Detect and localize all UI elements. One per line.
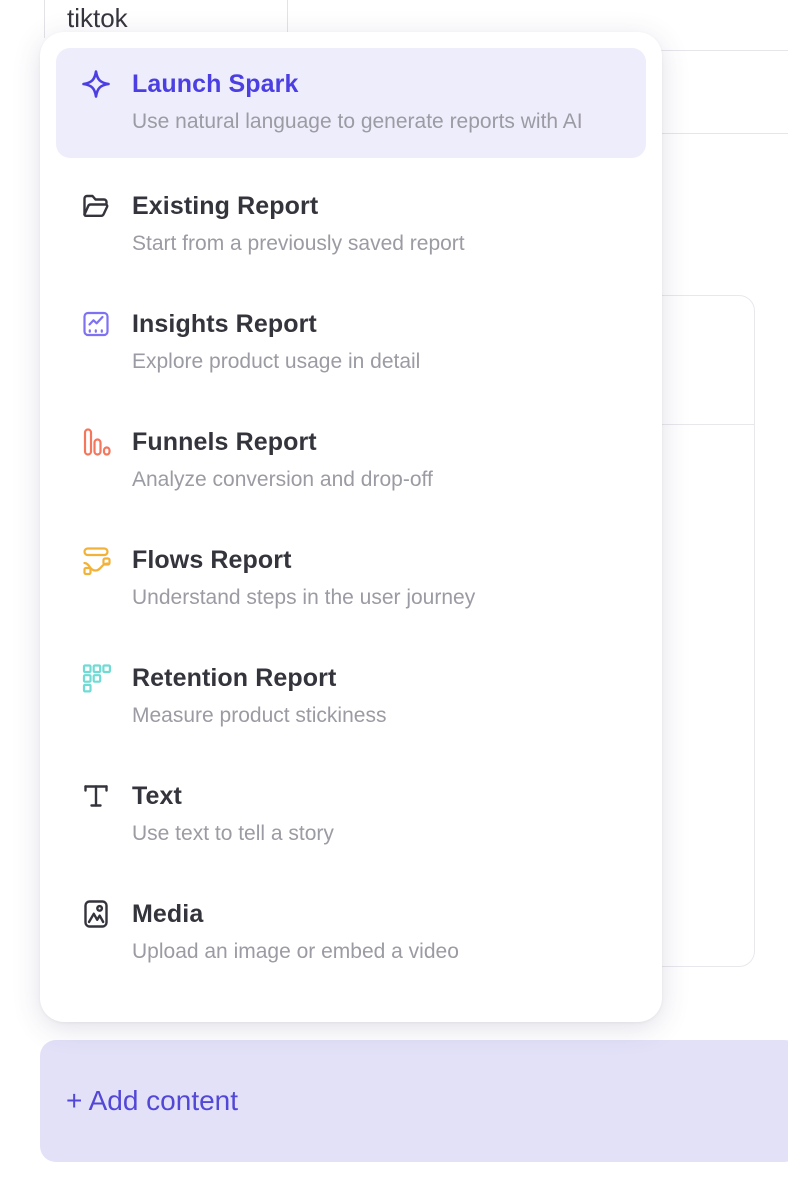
menu-item-label: Flows Report [132,544,475,576]
menu-item-description: Use text to tell a story [132,818,334,850]
funnel-bars-icon [80,426,112,458]
menu-item-description: Analyze conversion and drop-off [132,464,433,496]
menu-item-label: Media [132,898,459,930]
folder-open-icon [80,190,112,222]
menu-item-funnels-report[interactable]: Funnels Report Analyze conversion and dr… [56,402,646,520]
background-cell-border-right [287,0,288,32]
spark-icon [80,68,112,100]
menu-item-text[interactable]: Text Use text to tell a story [56,756,646,874]
background-cell-border-left [44,0,45,38]
menu-item-label: Text [132,780,334,812]
menu-item-description: Upload an image or embed a video [132,936,459,968]
flows-icon [80,544,112,576]
media-image-icon [80,898,112,930]
menu-item-label: Launch Spark [132,68,583,100]
retention-grid-icon [80,662,112,694]
menu-item-description: Understand steps in the user journey [132,582,475,614]
menu-item-label: Funnels Report [132,426,433,458]
menu-item-media[interactable]: Media Upload an image or embed a video [56,874,646,992]
menu-item-label: Insights Report [132,308,420,340]
menu-item-label: Retention Report [132,662,386,694]
add-content-button[interactable]: + Add content [40,1040,788,1162]
menu-item-description: Explore product usage in detail [132,346,420,378]
menu-item-description: Use natural language to generate reports… [132,106,583,138]
insights-chart-icon [80,308,112,340]
menu-item-description: Measure product stickiness [132,700,386,732]
tiktok-label: tiktok [67,4,128,32]
menu-item-flows-report[interactable]: Flows Report Understand steps in the use… [56,520,646,638]
add-content-menu: Launch Spark Use natural language to gen… [40,32,662,1022]
menu-item-label: Existing Report [132,190,465,222]
menu-item-existing-report[interactable]: Existing Report Start from a previously … [56,166,646,284]
add-content-label: + Add content [66,1085,238,1117]
text-icon [80,780,112,812]
menu-item-insights-report[interactable]: Insights Report Explore product usage in… [56,284,646,402]
menu-item-launch-spark[interactable]: Launch Spark Use natural language to gen… [56,48,646,158]
background-divider-top [656,50,788,51]
background-divider-second [656,133,788,134]
menu-item-retention-report[interactable]: Retention Report Measure product stickin… [56,638,646,756]
menu-item-description: Start from a previously saved report [132,228,465,260]
